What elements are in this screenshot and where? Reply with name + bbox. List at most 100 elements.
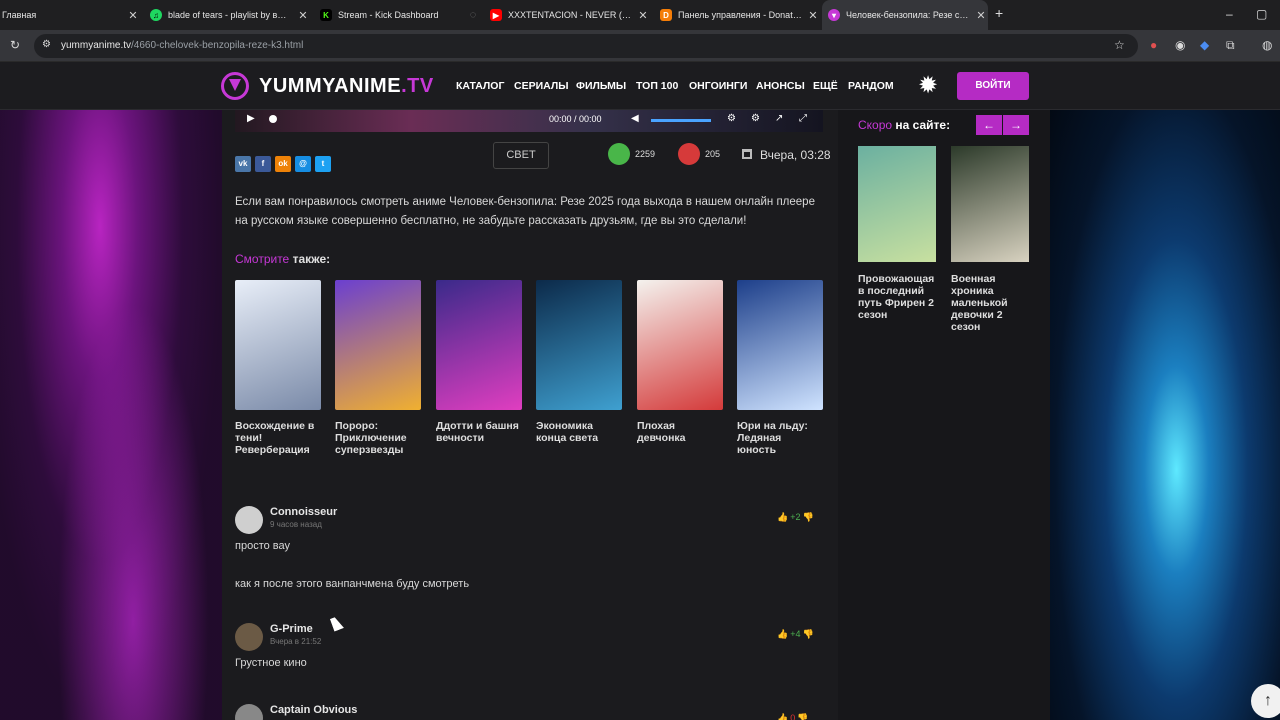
tab-yummyanime[interactable]: ▾ Человек-бензопила: Резе смо ✕ bbox=[822, 0, 988, 30]
video-player-controls: ▶ 00:00 / 00:00 ◀ ⚙ ⚙ ↗ ⤢ bbox=[235, 110, 823, 132]
close-icon[interactable]: ✕ bbox=[636, 9, 650, 22]
arrow-up-icon[interactable]: ↑ bbox=[1251, 684, 1280, 718]
comment-vote: 👍 0 👎 bbox=[777, 713, 823, 720]
thumbs-down-icon[interactable] bbox=[678, 143, 700, 165]
tab-donationalerts[interactable]: D Панель управления - Donation ✕ bbox=[660, 0, 820, 30]
close-icon[interactable]: ✕ bbox=[126, 9, 140, 22]
tab-title: Человек-бензопила: Резе смо bbox=[846, 10, 970, 20]
avatar[interactable] bbox=[235, 506, 263, 534]
tab-home[interactable]: Главная ✕ bbox=[0, 0, 140, 30]
tab-title: blade of tears - playlist by выбо bbox=[168, 10, 292, 20]
site-info-icon[interactable]: ⚙ bbox=[42, 39, 51, 50]
address-bar[interactable]: ⚙ yummyanime.tv/4660-chelovek-benzopila-… bbox=[34, 34, 1138, 58]
maximize-icon[interactable]: ▢ bbox=[1256, 7, 1267, 21]
popout-icon[interactable]: ↗ bbox=[775, 113, 783, 124]
related-card[interactable]: Юри на льду: Ледяная юность bbox=[737, 280, 823, 456]
comment-author[interactable]: G-Prime bbox=[270, 623, 313, 635]
logo-icon[interactable] bbox=[221, 72, 249, 100]
avatar[interactable] bbox=[235, 704, 263, 720]
thumbs-down-icon[interactable]: 👎 bbox=[797, 713, 808, 720]
comment-score: 0 bbox=[790, 713, 796, 720]
share-twitter-button[interactable]: t bbox=[315, 156, 331, 172]
tab-title: XXXTENTACION - NEVER (Offici bbox=[508, 10, 632, 20]
tab-youtube[interactable]: ▶ XXXTENTACION - NEVER (Offici ✕ bbox=[490, 0, 650, 30]
nav-catalog[interactable]: КАТАЛОГ bbox=[456, 80, 504, 92]
nav-series[interactable]: СЕРИАЛЫ bbox=[514, 80, 569, 92]
login-button[interactable]: ВОЙТИ bbox=[957, 72, 1029, 100]
thumbs-up-icon[interactable]: 👍 bbox=[777, 713, 788, 720]
share-odnoklassniki-button[interactable]: ok bbox=[275, 156, 291, 172]
extension-icon[interactable]: ◉ bbox=[1175, 38, 1185, 52]
profile-avatar-icon[interactable]: ◍ bbox=[1262, 38, 1272, 52]
comment: Connoisseur 9 часов назад 👍 +2 👎 просто ва… bbox=[235, 506, 825, 596]
coming-soon-heading: Скоро на сайте: bbox=[858, 118, 950, 132]
nav-announcements[interactable]: АНОНСЫ bbox=[756, 80, 805, 92]
tab-kick[interactable]: K Stream - Kick Dashboard ◌ bbox=[320, 0, 480, 30]
cinema-mode-icon[interactable]: ⚙ bbox=[751, 113, 760, 124]
logo[interactable]: YUMMYANIME.TV bbox=[259, 75, 434, 98]
background-art-left bbox=[0, 62, 222, 720]
upcoming-card[interactable]: Военная хроника маленькой девочки 2 сезо… bbox=[951, 146, 1029, 333]
poster-image bbox=[536, 280, 622, 410]
card-title: Восхождение в тени! Реверберация bbox=[235, 420, 315, 456]
seek-handle[interactable] bbox=[269, 115, 277, 123]
comment-score: +4 bbox=[790, 629, 801, 639]
comment-author[interactable]: Connoisseur bbox=[270, 506, 337, 518]
youtube-icon: ▶ bbox=[490, 9, 502, 21]
extension-icon[interactable]: ● bbox=[1150, 38, 1157, 52]
card-title: Военная хроника маленькой девочки 2 сезо… bbox=[951, 273, 1008, 333]
page: YUMMYANIME.TV КАТАЛОГ СЕРИАЛЫ ФИЛЬМЫ ТОП… bbox=[0, 62, 1280, 720]
comment-author[interactable]: Captain Obvious bbox=[270, 704, 357, 716]
settings-icon[interactable]: ⚙ bbox=[727, 113, 736, 124]
related-card[interactable]: Плохая девчонка bbox=[637, 280, 723, 444]
nav-ongoing[interactable]: ОНГОИНГИ bbox=[689, 80, 747, 92]
thumbs-up-icon[interactable]: 👍 bbox=[777, 629, 788, 639]
thumbs-down-icon[interactable]: 👎 bbox=[802, 512, 813, 522]
new-tab-button[interactable]: + bbox=[995, 5, 1003, 21]
light-toggle-button[interactable]: СВЕТ bbox=[493, 142, 549, 169]
share-mailru-button[interactable]: @ bbox=[295, 156, 311, 172]
description-text: Если вам понравилось смотреть аниме Чело… bbox=[235, 196, 815, 227]
spotify-icon: ♫ bbox=[150, 9, 162, 21]
reload-icon[interactable]: ↻ bbox=[10, 38, 20, 52]
sun-icon[interactable]: ✹ bbox=[915, 73, 941, 99]
nav-movies[interactable]: ФИЛЬМЫ bbox=[576, 80, 626, 92]
related-card[interactable]: Пороро: Приключение суперзвезды bbox=[335, 280, 421, 456]
play-icon[interactable]: ▶ bbox=[247, 113, 255, 124]
volume-icon[interactable]: ◀ bbox=[631, 113, 639, 124]
calendar-icon bbox=[742, 149, 752, 159]
close-icon[interactable]: ✕ bbox=[806, 9, 820, 22]
mute-icon[interactable]: ◌ bbox=[466, 9, 480, 21]
related-card[interactable]: Восхождение в тени! Реверберация bbox=[235, 280, 321, 456]
volume-slider[interactable] bbox=[651, 119, 711, 122]
extension-icon[interactable]: ◆ bbox=[1200, 38, 1209, 52]
share-vk-button[interactable]: vk bbox=[235, 156, 251, 172]
carousel-prev-button[interactable]: ← bbox=[976, 115, 1002, 135]
nav-top100[interactable]: ТОП 100 bbox=[636, 80, 678, 92]
carousel-next-button[interactable]: → bbox=[1003, 115, 1029, 135]
upcoming-card[interactable]: Провожающая в последний путь Фрирен 2 се… bbox=[858, 146, 936, 321]
close-icon[interactable]: ✕ bbox=[974, 9, 988, 22]
poster-image bbox=[335, 280, 421, 410]
fullscreen-icon[interactable]: ⤢ bbox=[799, 113, 807, 124]
bookmark-star-icon[interactable]: ☆ bbox=[1114, 38, 1125, 52]
likes-count: 2259 bbox=[635, 149, 656, 159]
extensions-puzzle-icon[interactable]: ⧉ bbox=[1226, 38, 1235, 53]
comment-time: 9 часов назад bbox=[270, 520, 322, 529]
card-title: Пороро: Приключение суперзвезды bbox=[335, 420, 407, 456]
thumbs-up-icon[interactable]: 👍 bbox=[777, 512, 788, 522]
related-card[interactable]: Экономика конца света bbox=[536, 280, 622, 444]
card-title: Юри на льду: Ледяная юность bbox=[737, 420, 808, 456]
tab-spotify[interactable]: ♫ blade of tears - playlist by выбо ✕ bbox=[150, 0, 310, 30]
thumbs-down-icon[interactable]: 👎 bbox=[802, 629, 813, 639]
thumbs-up-icon[interactable] bbox=[608, 143, 630, 165]
nav-more[interactable]: ЕЩЁ bbox=[813, 80, 838, 92]
avatar[interactable] bbox=[235, 623, 263, 651]
related-card[interactable]: Ддотти и башня вечности bbox=[436, 280, 522, 444]
nav-random[interactable]: РАНДОМ bbox=[848, 80, 894, 92]
dislikes-count: 205 bbox=[705, 149, 721, 159]
minimize-icon[interactable]: – bbox=[1226, 7, 1233, 21]
share-facebook-button[interactable]: f bbox=[255, 156, 271, 172]
tab-title: Главная bbox=[2, 10, 37, 20]
close-icon[interactable]: ✕ bbox=[296, 9, 310, 22]
